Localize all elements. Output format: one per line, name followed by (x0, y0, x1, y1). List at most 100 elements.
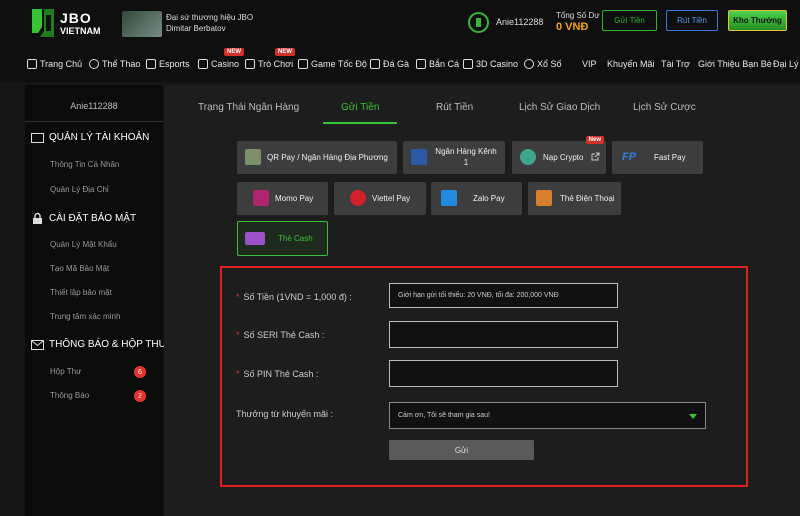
pin-input[interactable] (389, 360, 618, 387)
tab-transaction-history[interactable]: Lịch Sử Giao Dịch (519, 102, 600, 113)
3d-cube-icon (463, 59, 473, 69)
soccer-ball-icon (89, 59, 99, 69)
nav-item-home[interactable]: Trang Chủ (27, 59, 82, 69)
payment-fast-pay[interactable]: FP Fast Pay (612, 141, 703, 174)
fastpay-icon: FP (622, 151, 637, 163)
lottery-icon (524, 59, 534, 69)
ambassador-banner: Đại sứ thương hiệu JBO Dimitar Berbatov (122, 11, 272, 39)
tab-withdraw[interactable]: Rút Tiền (436, 102, 473, 113)
main-nav: Trang Chủ Thể Thao Esports Casino NEW Trò… (0, 48, 800, 78)
account-sidebar: Anie112288 QUẢN LÝ TÀI KHOẢN Thông Tin C… (25, 85, 167, 516)
rewards-vault-button[interactable]: Kho Thưởng (728, 10, 787, 31)
nav-item-sports[interactable]: Thể Thao (89, 59, 140, 69)
nav-item-sponsorship[interactable]: Tài Trợ (661, 59, 690, 69)
id-card-icon (31, 132, 44, 143)
deposit-button[interactable]: Gửi Tiền (602, 10, 657, 31)
nav-item-referral[interactable]: Giới Thiệu Bạn Bè (698, 59, 772, 69)
balance-value: 0 VNĐ (556, 21, 589, 33)
nav-item-casino[interactable]: Casino NEW (198, 48, 244, 69)
top-header: JBO VIETNAM Đại sứ thương hiệu JBO Dimit… (0, 0, 800, 82)
viettel-icon (350, 190, 366, 206)
sidebar-item-inbox[interactable]: Hộp Thư (50, 367, 81, 376)
active-tab-indicator (323, 122, 397, 124)
rooster-icon (370, 59, 380, 69)
logo-subname: VIETNAM (60, 26, 101, 36)
jbo-logo-mark-icon (32, 9, 54, 37)
new-badge: NEW (275, 48, 295, 56)
amount-label: * Số Tiền (1VND = 1,000 đ) : (236, 292, 352, 302)
new-badge: New (585, 136, 604, 144)
tab-bank-status[interactable]: Trạng Thái Ngân Hàng (198, 102, 299, 113)
new-badge: NEW (224, 48, 244, 56)
submit-button[interactable]: Gửi (389, 440, 534, 460)
serial-input[interactable] (389, 321, 618, 348)
payment-zalo[interactable]: Zalo Pay (431, 182, 522, 215)
tab-deposit[interactable]: Gửi Tiền (341, 102, 379, 113)
zalopay-icon (441, 190, 457, 206)
inbox-count-badge: 6 (134, 366, 146, 378)
payment-crypto[interactable]: Nạp Crypto New (512, 136, 606, 174)
serial-label: * Số SERI Thẻ Cash : (236, 330, 325, 340)
fish-icon (416, 59, 426, 69)
payment-qr-pay[interactable]: QR Pay / Ngân Hàng Địa Phương (237, 141, 397, 174)
sidebar-item-security-code[interactable]: Tạo Mã Bảo Mật (50, 264, 109, 273)
nav-item-games[interactable]: Trò Chơi NEW (245, 48, 295, 69)
nav-item-fishing[interactable]: Bắn Cá (416, 59, 459, 69)
main-content: Trạng Thái Ngân Hàng Gửi Tiền Rút Tiền L… (164, 85, 800, 516)
sidebar-item-password[interactable]: Quản Lý Mật Khẩu (50, 240, 117, 249)
nav-item-agent[interactable]: Đại Lý (773, 59, 799, 69)
tab-bet-history[interactable]: Lịch Sử Cược (633, 102, 696, 113)
section-account-management[interactable]: QUẢN LÝ TÀI KHOẢN (31, 132, 149, 143)
user-name: Anie112288 (496, 17, 544, 27)
nav-item-3d-casino[interactable]: 3D Casino (463, 59, 518, 69)
promo-select[interactable]: Cảm ơn, Tôi sẽ tham gia sau! (389, 402, 706, 429)
nav-item-fast-games[interactable]: Game Tốc Độ (298, 59, 367, 69)
external-link-icon (591, 152, 600, 161)
ambassador-name: Dimitar Berbatov (166, 24, 226, 33)
nav-item-cockfight[interactable]: Đá Gà (370, 59, 409, 69)
slot-machine-icon (245, 59, 255, 69)
sidebar-username: Anie112288 (70, 101, 118, 111)
section-security-settings[interactable]: CÀI ĐẶT BẢO MẬT (31, 212, 136, 225)
payment-bank-channel-1[interactable]: Ngân Hàng Kênh 1 (403, 141, 505, 174)
section-notifications-inbox[interactable]: THÔNG BÁO & HỘP THƯ (31, 339, 167, 350)
lock-icon (33, 212, 42, 224)
nav-item-vip[interactable]: VIP (582, 59, 597, 69)
envelope-icon (31, 339, 44, 350)
home-icon (27, 59, 37, 69)
balance-label: Tổng Số Dư (556, 11, 600, 20)
momo-icon (253, 190, 269, 206)
cash-card-deposit-form: * Số Tiền (1VND = 1,000 đ) : Giới hạn gửi… (220, 266, 748, 487)
payment-phone-card[interactable]: Thẻ Điện Thoại (528, 182, 621, 215)
phone-card-icon (536, 190, 552, 206)
user-avatar-icon (468, 12, 489, 33)
payment-viettel[interactable]: Viettel Pay (334, 182, 426, 215)
qr-code-icon (245, 149, 261, 165)
payment-cash-card[interactable]: Thẻ Cash (237, 221, 328, 256)
ambassador-photo (122, 11, 162, 37)
tether-icon (520, 149, 536, 165)
speed-controller-icon (298, 59, 308, 69)
sidebar-item-personal-info[interactable]: Thông Tin Cá Nhân (50, 160, 119, 169)
amount-input[interactable]: Giới hạn gửi tối thiểu: 20 VNĐ, tối đa: … (389, 283, 618, 308)
sidebar-item-verification[interactable]: Trung tâm xác minh (50, 312, 120, 321)
sidebar-item-address[interactable]: Quản Lý Địa Chỉ (50, 185, 109, 194)
jbo-logo[interactable]: JBO VIETNAM (28, 7, 108, 39)
pin-label: * Số PIN Thẻ Cash : (236, 369, 319, 379)
nav-item-lottery[interactable]: Xổ Số (524, 59, 562, 69)
chevron-down-icon (689, 414, 697, 419)
bank-icon (411, 149, 427, 165)
sidebar-item-security-setup[interactable]: Thiết lập bảo mật (50, 288, 112, 297)
nav-item-esports[interactable]: Esports (146, 59, 190, 69)
cards-icon (198, 59, 208, 69)
cash-card-icon (245, 232, 265, 245)
ambassador-title: Đại sứ thương hiệu JBO (166, 13, 254, 22)
nav-item-promotions[interactable]: Khuyến Mãi (607, 59, 655, 69)
notices-count-badge: 2 (134, 390, 146, 402)
promo-label: Thưởng từ khuyến mãi : (236, 409, 333, 419)
withdraw-button[interactable]: Rút Tiền (666, 10, 718, 31)
payment-momo[interactable]: Momo Pay (237, 182, 328, 215)
gamepad-icon (146, 59, 156, 69)
logo-name: JBO (60, 10, 92, 26)
sidebar-item-notices[interactable]: Thông Báo (50, 391, 89, 400)
